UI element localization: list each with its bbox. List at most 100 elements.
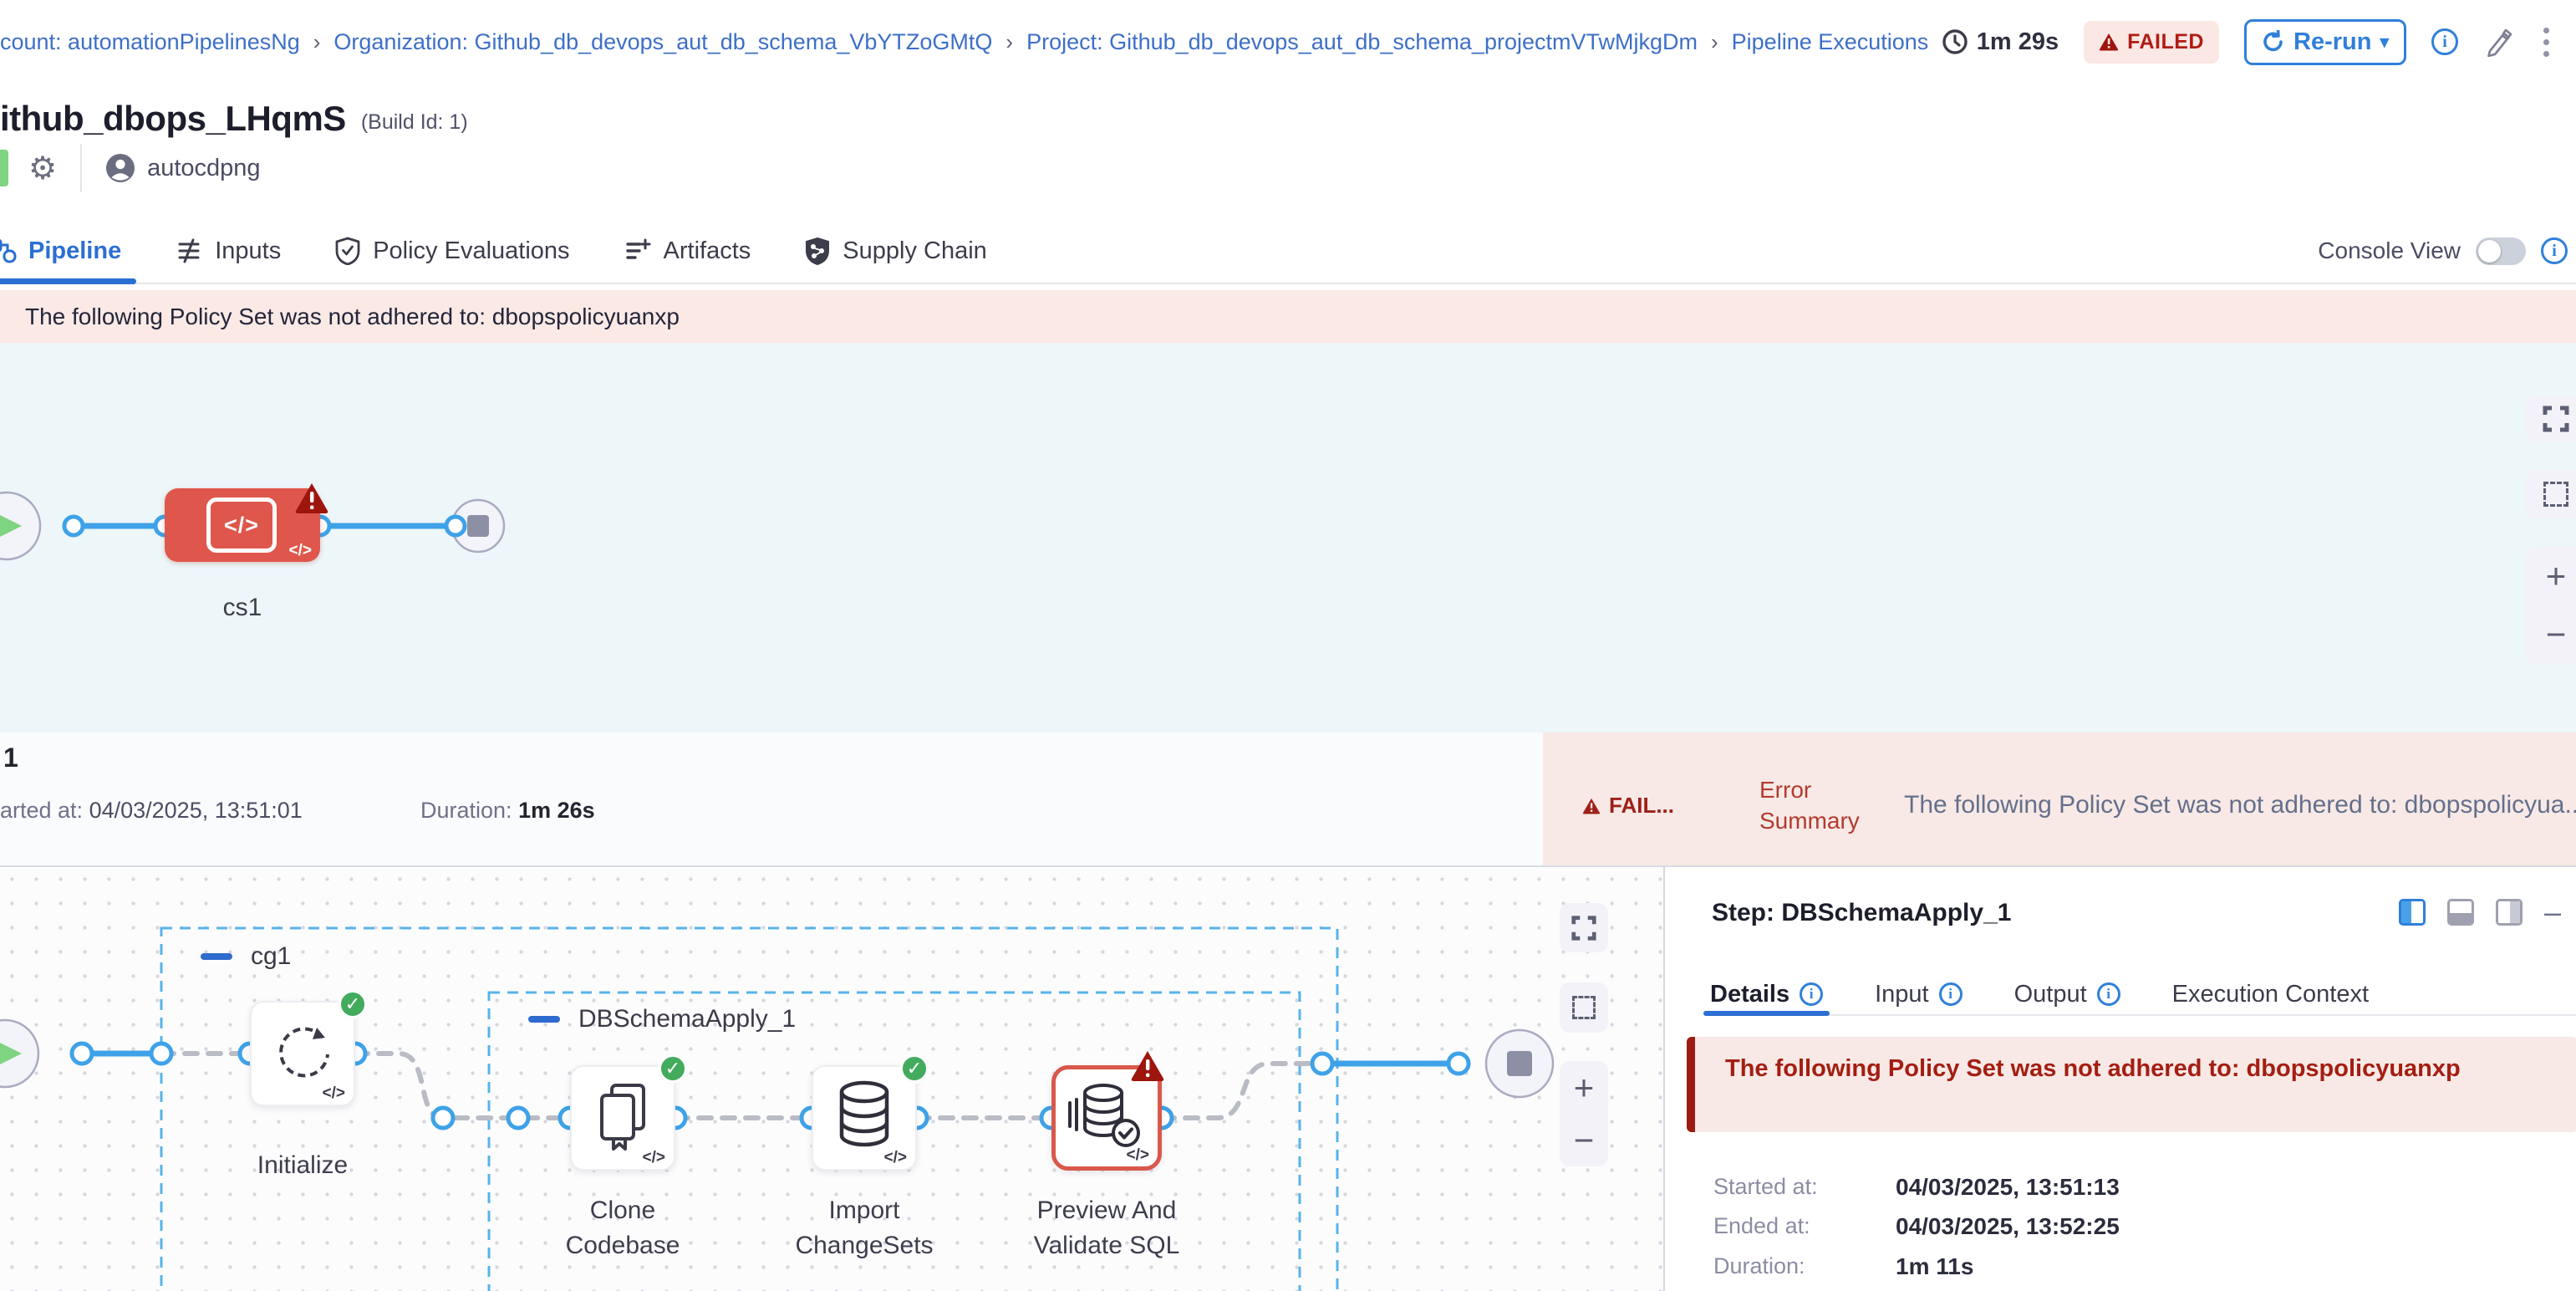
- marquee-icon: [1572, 996, 1596, 1019]
- caret-down-icon: ▾: [2380, 32, 2389, 53]
- fullscreen-button[interactable]: [1560, 903, 1608, 952]
- warning-icon: [1582, 798, 1601, 814]
- marquee-select-button[interactable]: [1560, 982, 1608, 1033]
- group-dbschemaapply-header: DBSchemaApply_1: [528, 1005, 796, 1033]
- step-node-initialize[interactable]: </>: [250, 1001, 355, 1106]
- zoom-controls: + −: [2526, 547, 2576, 664]
- tab-policy-evaluations-label: Policy Evaluations: [373, 237, 569, 265]
- execution-header: ithub_dbops_LHqmS (Build Id: 1): [0, 84, 2576, 139]
- build-id: (Build Id: 1): [361, 110, 468, 139]
- panel-layout-controls: –: [2399, 899, 2561, 926]
- tab-inputs[interactable]: Inputs: [171, 219, 284, 283]
- step-error-message-box: The following Policy Set was not adhered…: [1687, 1037, 2576, 1132]
- stage-summary-bar: 1 arted at: 04/03/2025, 13:51:01 Duratio…: [0, 732, 2576, 867]
- code-glyph: </>: [323, 1084, 345, 1103]
- stage-fail-chip: FAIL...: [1582, 793, 1674, 819]
- tab-supply-chain[interactable]: Supply Chain: [801, 219, 990, 283]
- marquee-icon: [2543, 482, 2568, 507]
- detail-row-started: Started at:04/03/2025, 13:51:13: [1713, 1174, 1818, 1200]
- triggered-by-user: autocdpng: [147, 155, 260, 182]
- zoom-in-button[interactable]: +: [1574, 1070, 1595, 1105]
- bottom-view-button[interactable]: [2447, 899, 2474, 926]
- panel-tab-execution-context[interactable]: Execution Context: [2172, 974, 2369, 1014]
- breadcrumb-organization[interactable]: Organization: Github_db_devops_aut_db_sc…: [333, 29, 992, 55]
- step-node-import-changesets[interactable]: </>: [812, 1065, 917, 1171]
- minimize-panel-button[interactable]: –: [2544, 904, 2561, 921]
- breadcrumb-separator: ›: [1711, 29, 1718, 55]
- zoom-in-button[interactable]: +: [2546, 559, 2567, 594]
- zoom-controls: + −: [1560, 1061, 1608, 1166]
- step-error-badge-icon: [1130, 1049, 1165, 1083]
- stage-error-badge-icon: [294, 482, 329, 515]
- code-glyph: </>: [884, 1149, 907, 1167]
- split-view-button[interactable]: [2399, 899, 2426, 926]
- panel-tab-details-label: Details: [1710, 981, 1789, 1008]
- stage-fail-label: FAIL...: [1609, 793, 1674, 819]
- tab-artifacts[interactable]: Artifacts: [620, 219, 755, 283]
- divider: [80, 144, 82, 192]
- step-panel-title: Step: DBSchemaApply_1: [1712, 899, 2011, 927]
- collapse-group-button[interactable]: [528, 1016, 560, 1023]
- pipeline-title: ithub_dbops_LHqmS: [0, 99, 346, 139]
- console-view-toggle[interactable]: [2476, 237, 2526, 265]
- top-bar: count: automationPipelinesNg › Organizat…: [0, 0, 2576, 84]
- clone-codebase-icon: [572, 1074, 674, 1157]
- tab-inputs-label: Inputs: [215, 237, 281, 265]
- error-summary-label: Error Summary: [1759, 774, 1860, 836]
- group-cg1-label: cg1: [251, 942, 291, 971]
- list-plus-icon: [624, 237, 652, 265]
- tab-pipeline[interactable]: Pipeline: [0, 219, 125, 283]
- panel-tab-execution-context-label: Execution Context: [2172, 981, 2369, 1008]
- console-info-icon[interactable]: i: [2541, 237, 2568, 264]
- breadcrumb-separator: ›: [313, 29, 321, 55]
- step-node-clone-codebase[interactable]: </>: [570, 1065, 675, 1171]
- policy-warning-banner: The following Policy Set was not adhered…: [0, 290, 2576, 343]
- status-badge-label: FAILED: [2127, 30, 2204, 54]
- panel-tab-output[interactable]: Output i: [2014, 974, 2120, 1014]
- step-label-initialize: Initialize: [250, 1148, 355, 1183]
- warning-icon: [2099, 33, 2119, 51]
- stage-graph-canvas: [0, 343, 2576, 732]
- breadcrumb: count: automationPipelinesNg › Organizat…: [0, 29, 1928, 55]
- top-actions: 1m 29s FAILED Re-run ▾ i: [1942, 19, 2553, 65]
- marquee-select-button[interactable]: [2526, 470, 2576, 518]
- fullscreen-button[interactable]: [2526, 396, 2576, 441]
- info-icon[interactable]: i: [2097, 982, 2120, 1006]
- breadcrumb-project[interactable]: Project: Github_db_devops_aut_db_schema_…: [1026, 29, 1698, 55]
- edit-pencil-icon[interactable]: [2483, 26, 2515, 58]
- execution-detail-split: cg1 DBSchemaApply_1 </> ✓ Initialize </>…: [0, 867, 2576, 1291]
- breadcrumb-separator: ›: [1005, 29, 1013, 55]
- panel-tab-input[interactable]: Input i: [1875, 974, 1963, 1014]
- zoom-out-button[interactable]: −: [1574, 1123, 1595, 1158]
- tab-policy-evaluations[interactable]: Policy Evaluations: [331, 219, 573, 283]
- breadcrumb-pipeline-executions[interactable]: Pipeline Executions: [1732, 29, 1929, 55]
- fullscreen-icon: [1571, 915, 1597, 941]
- detail-row-ended: Ended at:04/03/2025, 13:52:25: [1713, 1213, 1810, 1239]
- group-dbschemaapply-label: DBSchemaApply_1: [578, 1005, 796, 1033]
- info-icon[interactable]: i: [2431, 28, 2458, 55]
- stage-node-label: cs1: [165, 594, 320, 622]
- console-view-label: Console View: [2318, 237, 2461, 264]
- breadcrumb-account[interactable]: count: automationPipelinesNg: [0, 29, 300, 55]
- custom-stage-icon: </>: [206, 498, 277, 553]
- more-options-menu-icon[interactable]: [2540, 24, 2553, 60]
- panel-tab-details[interactable]: Details i: [1710, 974, 1823, 1014]
- panel-tab-output-label: Output: [2014, 981, 2087, 1008]
- info-icon[interactable]: i: [1939, 982, 1963, 1006]
- code-glyph: </>: [643, 1149, 665, 1167]
- shield-network-icon: [804, 237, 831, 265]
- zoom-out-button[interactable]: −: [2546, 617, 2567, 652]
- step-details-panel: Step: DBSchemaApply_1 – Details i Input …: [1663, 867, 2576, 1291]
- detail-row-duration: Duration:1m 11s: [1713, 1253, 1805, 1279]
- success-check-icon: ✓: [658, 1054, 688, 1084]
- refresh-icon: [2262, 30, 2285, 54]
- user-avatar-icon: [105, 153, 135, 183]
- step-label-clone-codebase: CloneCodebase: [545, 1193, 700, 1263]
- code-glyph: </>: [1127, 1146, 1149, 1165]
- right-view-button[interactable]: [2496, 899, 2523, 926]
- policy-warning-text: The following Policy Set was not adhered…: [25, 304, 680, 330]
- gear-icon[interactable]: ⚙: [28, 150, 57, 187]
- rerun-button[interactable]: Re-run ▾: [2244, 19, 2406, 65]
- collapse-group-button[interactable]: [201, 953, 232, 960]
- info-icon[interactable]: i: [1800, 982, 1823, 1006]
